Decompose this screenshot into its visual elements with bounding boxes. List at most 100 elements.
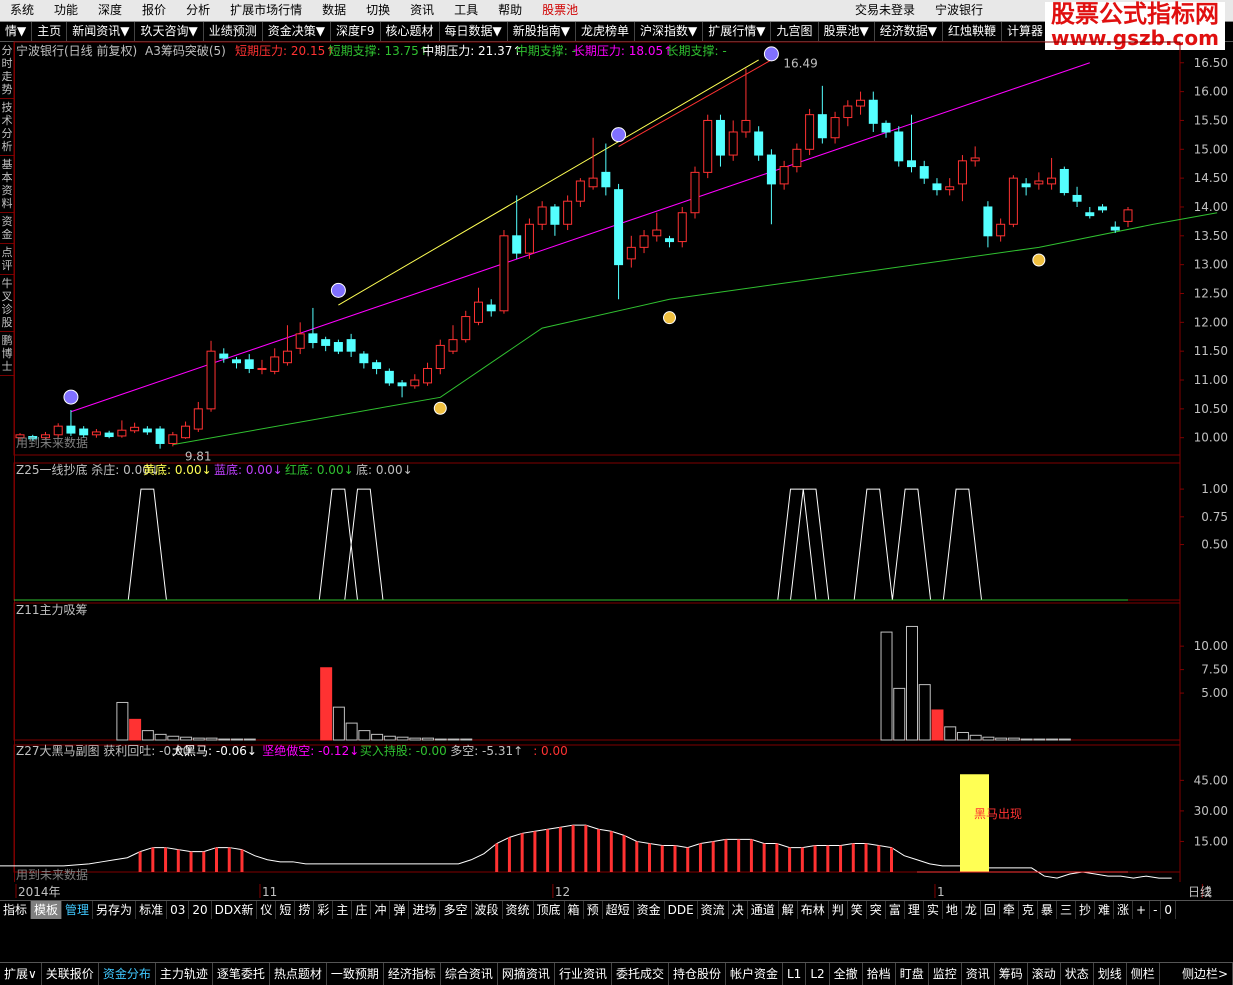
indicator-tab-19[interactable]: 资统	[503, 901, 534, 919]
candle-body-45	[588, 177, 598, 188]
indicator-tab-16[interactable]: 进场	[409, 901, 441, 919]
footer-tab-26[interactable]: 侧边栏>	[1178, 963, 1233, 985]
indicator-tab-32[interactable]: 笑	[848, 901, 867, 919]
candle-body-23	[308, 333, 318, 344]
indicator-tab-30[interactable]: 布林	[798, 901, 829, 919]
indicator-tab-25[interactable]: DDE	[665, 901, 698, 919]
indicator-tab-3[interactable]: 另存为	[93, 901, 137, 919]
candle-body-31	[410, 379, 420, 387]
indicator-tab-48[interactable]: -	[1150, 901, 1162, 919]
footer-tab-16[interactable]: 全撤	[830, 963, 863, 985]
indicator-tab-41[interactable]: 克	[1019, 901, 1038, 919]
candle-body-7	[104, 432, 114, 438]
p3-bar-20	[371, 733, 384, 741]
indicator-tab-27[interactable]: 决	[729, 901, 748, 919]
footer-tab-19[interactable]: 监控	[929, 963, 962, 985]
footer-tab-22[interactable]: 滚动	[1028, 963, 1061, 985]
indicator-tab-35[interactable]: 理	[905, 901, 924, 919]
indicator-tab-5[interactable]: 03	[167, 901, 190, 919]
indicator-tab-0[interactable]: 指标	[0, 901, 32, 919]
candle-body-65	[843, 105, 853, 119]
footer-tab-13[interactable]: 帐户资金	[726, 963, 783, 985]
panel-frame-0	[13, 41, 1181, 456]
indicator-tab-42[interactable]: 暴	[1038, 901, 1057, 919]
footer-tab-10[interactable]: 行业资讯	[555, 963, 612, 985]
footer-tab-14[interactable]: L1	[783, 963, 807, 985]
footer-tab-17[interactable]: 拾档	[863, 963, 896, 985]
footer-tab-12[interactable]: 持仓股份	[669, 963, 726, 985]
indicator-tab-12[interactable]: 主	[333, 901, 353, 919]
p2-legend-3: 红底: 0.00↓	[285, 462, 354, 477]
sad-face-marker-3	[763, 46, 779, 62]
indicator-tab-8[interactable]: 仪	[257, 901, 277, 919]
sad-face-marker-0	[63, 389, 79, 405]
indicator-tab-46[interactable]: 涨	[1114, 901, 1133, 919]
ytick-label-12: 10.50	[1194, 402, 1228, 416]
indicator-tab-47[interactable]: +	[1133, 901, 1151, 919]
indicator-tab-38[interactable]: 龙	[962, 901, 981, 919]
footer-tab-24[interactable]: 划线	[1094, 963, 1127, 985]
indicator-tab-44[interactable]: 抄	[1076, 901, 1095, 919]
indicator-tab-34[interactable]: 富	[886, 901, 905, 919]
indicator-tab-26[interactable]: 资流	[698, 901, 729, 919]
indicator-tab-45[interactable]: 难	[1095, 901, 1114, 919]
footer-tab-5[interactable]: 热点题材	[270, 963, 327, 985]
p3-bar-4	[167, 735, 180, 741]
footer-tab-3[interactable]: 主力轨迹	[156, 963, 213, 985]
ytick-label-9: 12.00	[1194, 315, 1228, 329]
candle-body-62	[805, 114, 815, 150]
indicator-tab-15[interactable]: 弹	[390, 901, 410, 919]
indicator-tab-39[interactable]: 回	[981, 901, 1000, 919]
indicator-tab-6[interactable]: 20	[189, 901, 212, 919]
indicator-tab-10[interactable]: 捞	[295, 901, 315, 919]
indicator-tab-29[interactable]: 解	[779, 901, 798, 919]
footer-tab-23[interactable]: 状态	[1061, 963, 1094, 985]
indicator-tab-13[interactable]: 庄	[352, 901, 372, 919]
footer-tab-1[interactable]: 关联报价	[42, 963, 99, 985]
footer-tab-15[interactable]: L2	[806, 963, 830, 985]
candle-body-57	[741, 119, 751, 133]
p3-bar-0	[116, 701, 129, 741]
indicator-tab-7[interactable]: DDX新	[212, 901, 258, 919]
candle-body-55	[715, 119, 725, 156]
ytick-label-0: 16.50	[1194, 56, 1228, 70]
indicator-tab-24[interactable]: 资金	[634, 901, 665, 919]
indicator-tab-2[interactable]: 管理	[62, 901, 94, 919]
footer-tab-25[interactable]: 侧栏	[1127, 963, 1160, 985]
footer-tab-0[interactable]: 扩展∨	[0, 963, 42, 985]
footer-tab-4[interactable]: 逐笔委托	[213, 963, 270, 985]
indicator-tab-1[interactable]: 模板	[31, 901, 63, 919]
indicator-tab-22[interactable]: 预	[584, 901, 603, 919]
footer-tab-9[interactable]: 网摘资讯	[498, 963, 555, 985]
footer-tab-18[interactable]: 盯盘	[896, 963, 929, 985]
candle-body-79	[1021, 183, 1031, 188]
footer-tab-6[interactable]: 一致预期	[327, 963, 384, 985]
indicator-tab-14[interactable]: 冲	[371, 901, 391, 919]
candle-body-11	[155, 428, 165, 444]
footer-tab-11[interactable]: 委托成交	[612, 963, 669, 985]
indicator-tab-9[interactable]: 短	[276, 901, 296, 919]
indicator-tab-37[interactable]: 地	[943, 901, 962, 919]
indicator-tab-36[interactable]: 实	[924, 901, 943, 919]
p3-bar-64	[931, 709, 944, 741]
footer-tab-2[interactable]: 资金分布	[99, 963, 156, 985]
indicator-tab-20[interactable]: 顶底	[534, 901, 565, 919]
indicator-tab-33[interactable]: 突	[867, 901, 886, 919]
indicator-tab-28[interactable]: 通道	[748, 901, 779, 919]
candle-body-15	[206, 350, 216, 410]
indicator-tab-49[interactable]: 0	[1161, 901, 1177, 919]
indicator-tab-23[interactable]: 超短	[603, 901, 634, 919]
indicator-tab-17[interactable]: 多空	[440, 901, 472, 919]
footer-tab-7[interactable]: 经济指标	[384, 963, 441, 985]
footer-tab-21[interactable]: 筹码	[995, 963, 1028, 985]
indicator-tab-11[interactable]: 彩	[314, 901, 334, 919]
stock-chart[interactable]: 16.5016.0015.5015.0014.5014.0013.5013.00…	[0, 0, 1233, 900]
indicator-tab-43[interactable]: 三	[1057, 901, 1076, 919]
indicator-tab-31[interactable]: 判	[829, 901, 848, 919]
indicator-tab-4[interactable]: 标准	[136, 901, 168, 919]
footer-tab-20[interactable]: 资讯	[962, 963, 995, 985]
indicator-tab-40[interactable]: 牵	[1000, 901, 1019, 919]
indicator-tab-21[interactable]: 箱	[565, 901, 584, 919]
indicator-tab-18[interactable]: 波段	[472, 901, 503, 919]
footer-tab-8[interactable]: 综合资讯	[441, 963, 498, 985]
